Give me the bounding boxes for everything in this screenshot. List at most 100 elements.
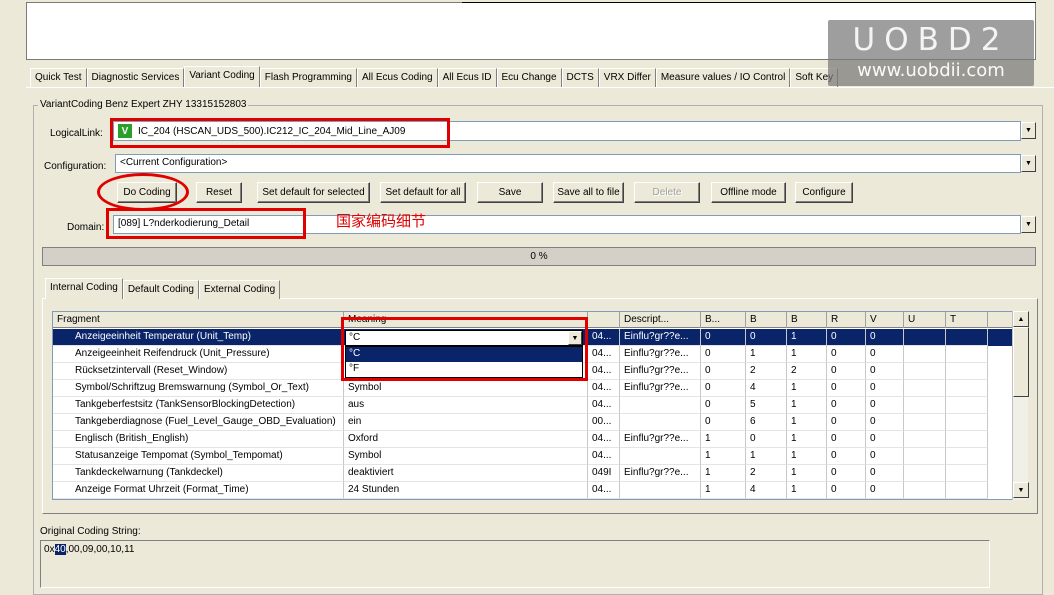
tab-all-ecus-coding[interactable]: All Ecus Coding xyxy=(357,68,438,87)
table-cell: Statusanzeige Tempomat (Symbol_Tempomat) xyxy=(53,448,344,465)
table-cell: 2 xyxy=(787,363,827,380)
table-cell xyxy=(620,414,701,431)
save-button[interactable]: Save xyxy=(477,182,543,203)
table-cell: 0 xyxy=(866,346,904,363)
grid-column-header[interactable] xyxy=(588,312,620,328)
domain-dropdown-button[interactable]: ▼ xyxy=(1021,216,1036,233)
tab-dcts[interactable]: DCTS xyxy=(561,68,599,87)
table-cell: Tankdeckelwarnung (Tankdeckel) xyxy=(53,465,344,482)
tab-measure-values[interactable]: Measure values / IO Control xyxy=(655,68,791,87)
table-cell: 1 xyxy=(701,431,746,448)
main-tabs: Quick Test Diagnostic Services Variant C… xyxy=(30,66,839,88)
logical-link-dropdown-button[interactable]: ▼ xyxy=(1021,122,1036,139)
tab-all-ecus-id[interactable]: All Ecus ID xyxy=(437,68,497,87)
table-cell-empty xyxy=(946,431,988,448)
logical-link-label: LogicalLink: xyxy=(50,128,103,139)
table-cell: Tankgeberfestsitz (TankSensorBlockingDet… xyxy=(53,397,344,414)
original-coding-field[interactable]: 0x40,00,09,00,10,11 xyxy=(40,540,990,588)
table-cell-empty xyxy=(946,363,988,380)
coding-rest: ,00,09,00,10,11 xyxy=(65,544,135,555)
table-row[interactable]: Tankgeberfestsitz (TankSensorBlockingDet… xyxy=(53,397,1013,414)
scroll-up-icon[interactable]: ▲ xyxy=(1013,311,1029,327)
table-row[interactable]: Symbol/Schriftzug Bremswarnung (Symbol_O… xyxy=(53,380,1013,397)
table-cell: 0 xyxy=(701,380,746,397)
table-cell: 0 xyxy=(827,431,866,448)
table-cell: aus xyxy=(344,397,588,414)
grid-scrollbar[interactable]: ▲ ▼ xyxy=(1012,311,1029,500)
table-cell xyxy=(620,482,701,499)
table-cell: 04... xyxy=(588,431,620,448)
tab-default-coding[interactable]: Default Coding xyxy=(122,280,199,299)
table-cell: Oxford xyxy=(344,431,588,448)
table-row[interactable]: Tankdeckelwarnung (Tankdeckel) deaktivier… xyxy=(53,465,1013,482)
scroll-down-icon[interactable]: ▼ xyxy=(1013,482,1029,498)
table-cell: 049I xyxy=(588,465,620,482)
table-cell: 04... xyxy=(588,363,620,380)
domain-label: Domain: xyxy=(67,222,105,233)
table-cell: 0 xyxy=(866,363,904,380)
table-cell: 1 xyxy=(787,465,827,482)
table-cell: Einflu?gr??e... xyxy=(620,363,701,380)
tab-variant-coding[interactable]: Variant Coding xyxy=(184,66,260,88)
tab-vrx-differ[interactable]: VRX Differ xyxy=(598,68,656,87)
grid-column-header[interactable]: B... xyxy=(701,312,746,328)
table-cell: Einflu?gr??e... xyxy=(620,380,701,397)
table-cell: 0 xyxy=(866,380,904,397)
grid-column-header[interactable]: T xyxy=(946,312,988,328)
table-cell: 0 xyxy=(827,329,866,346)
grid-column-header[interactable]: Descript... xyxy=(620,312,701,328)
table-cell: Anzeigeeinheit Temperatur (Unit_Temp) xyxy=(53,329,344,346)
configure-button[interactable]: Configure xyxy=(795,182,853,203)
set-default-selected-button[interactable]: Set default for selected xyxy=(257,182,370,203)
table-row[interactable]: Statusanzeige Tempomat (Symbol_Tempomat)… xyxy=(53,448,1013,465)
table-cell: 04... xyxy=(588,397,620,414)
reset-button[interactable]: Reset xyxy=(196,182,242,203)
table-cell: Einflu?gr??e... xyxy=(620,431,701,448)
tab-quick-test[interactable]: Quick Test xyxy=(30,68,87,87)
table-cell: Englisch (British_English) xyxy=(53,431,344,448)
offline-mode-button[interactable]: Offline mode xyxy=(711,182,786,203)
table-cell: Rücksetzintervall (Reset_Window) xyxy=(53,363,344,380)
grid-column-header[interactable]: R xyxy=(827,312,866,328)
configuration-dropdown-button[interactable]: ▼ xyxy=(1021,155,1036,172)
table-cell: 2 xyxy=(746,465,787,482)
grid-column-header[interactable]: U xyxy=(904,312,946,328)
tab-diagnostic-services[interactable]: Diagnostic Services xyxy=(86,68,185,87)
table-cell-empty xyxy=(946,346,988,363)
table-cell: 1 xyxy=(701,482,746,499)
table-cell-empty xyxy=(946,482,988,499)
table-cell: Tankgeberdiagnose (Fuel_Level_Gauge_OBD_… xyxy=(53,414,344,431)
tab-internal-coding[interactable]: Internal Coding xyxy=(45,278,123,299)
watermark-logo: UOBD2 xyxy=(852,22,1010,58)
grid-column-header[interactable]: Fragment xyxy=(53,312,344,328)
annotation-box-meaning xyxy=(341,317,588,381)
tab-ecu-change[interactable]: Ecu Change xyxy=(496,68,562,87)
table-row[interactable]: Anzeige Format Uhrzeit (Format_Time) 24 S… xyxy=(53,482,1013,499)
set-default-all-button[interactable]: Set default for all xyxy=(380,182,466,203)
table-cell: Anzeige Format Uhrzeit (Format_Time) xyxy=(53,482,344,499)
table-cell: 04... xyxy=(588,482,620,499)
table-cell: 1 xyxy=(701,448,746,465)
configuration-select[interactable]: <Current Configuration> xyxy=(115,154,1021,173)
table-cell: 4 xyxy=(746,482,787,499)
grid-column-header[interactable]: B xyxy=(787,312,827,328)
save-all-to-file-button[interactable]: Save all to file xyxy=(553,182,624,203)
delete-button[interactable]: Delete xyxy=(634,182,700,203)
table-cell: 0 xyxy=(701,363,746,380)
tab-external-coding[interactable]: External Coding xyxy=(198,280,281,299)
table-cell: 0 xyxy=(866,397,904,414)
table-cell: 1 xyxy=(787,329,827,346)
scroll-thumb[interactable] xyxy=(1013,327,1029,397)
table-row[interactable]: Englisch (British_English) Oxford 04... Ein… xyxy=(53,431,1013,448)
table-cell: 1 xyxy=(701,465,746,482)
group-title: VariantCoding Benz Expert ZHY 1331515280… xyxy=(38,99,249,110)
table-cell-empty xyxy=(904,329,946,346)
tab-flash-programming[interactable]: Flash Programming xyxy=(259,68,357,87)
grid-column-header[interactable]: V xyxy=(866,312,904,328)
table-cell: 0 xyxy=(827,414,866,431)
grid-column-header[interactable]: B xyxy=(746,312,787,328)
table-cell: 1 xyxy=(787,448,827,465)
table-cell: 0 xyxy=(866,329,904,346)
table-row[interactable]: Tankgeberdiagnose (Fuel_Level_Gauge_OBD_… xyxy=(53,414,1013,431)
table-cell: 0 xyxy=(746,329,787,346)
